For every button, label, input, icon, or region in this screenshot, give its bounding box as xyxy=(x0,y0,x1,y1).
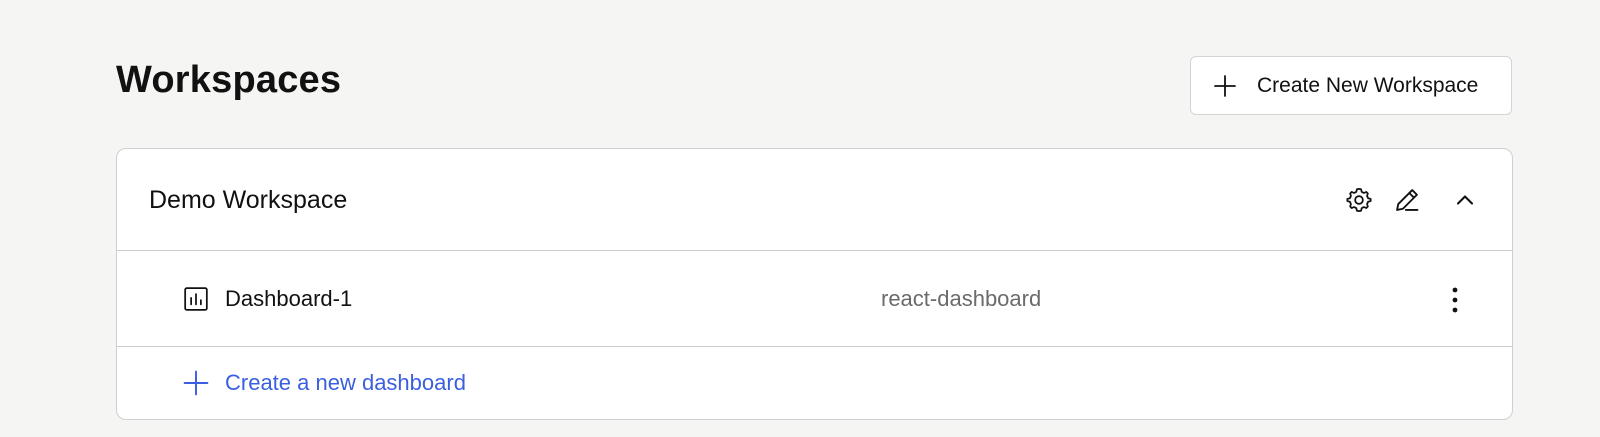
dashboard-row[interactable]: Dashboard-1 react-dashboard xyxy=(117,251,1512,347)
more-options-icon[interactable] xyxy=(1447,285,1463,315)
page-title: Workspaces xyxy=(116,59,342,101)
pencil-icon[interactable] xyxy=(1393,186,1421,214)
workspace-name: Demo Workspace xyxy=(149,186,348,214)
chevron-up-icon[interactable] xyxy=(1451,186,1479,214)
plus-icon xyxy=(1214,74,1236,97)
create-workspace-label: Create New Workspace xyxy=(1257,73,1479,97)
dashboard-name[interactable]: Dashboard-1 xyxy=(225,285,352,313)
create-dashboard-label: Create a new dashboard xyxy=(225,370,466,395)
create-workspace-button[interactable]: Create New Workspace xyxy=(1190,56,1512,115)
gear-icon[interactable] xyxy=(1345,186,1373,214)
create-dashboard-link[interactable]: Create a new dashboard xyxy=(183,367,466,399)
dashboard-type: react-dashboard xyxy=(881,286,1042,311)
bar-chart-icon xyxy=(184,287,208,311)
workspace-card: Demo Workspace Dashboard-1 react-dashboa… xyxy=(116,148,1513,420)
plus-icon xyxy=(183,370,209,396)
workspace-header: Demo Workspace xyxy=(117,149,1512,251)
